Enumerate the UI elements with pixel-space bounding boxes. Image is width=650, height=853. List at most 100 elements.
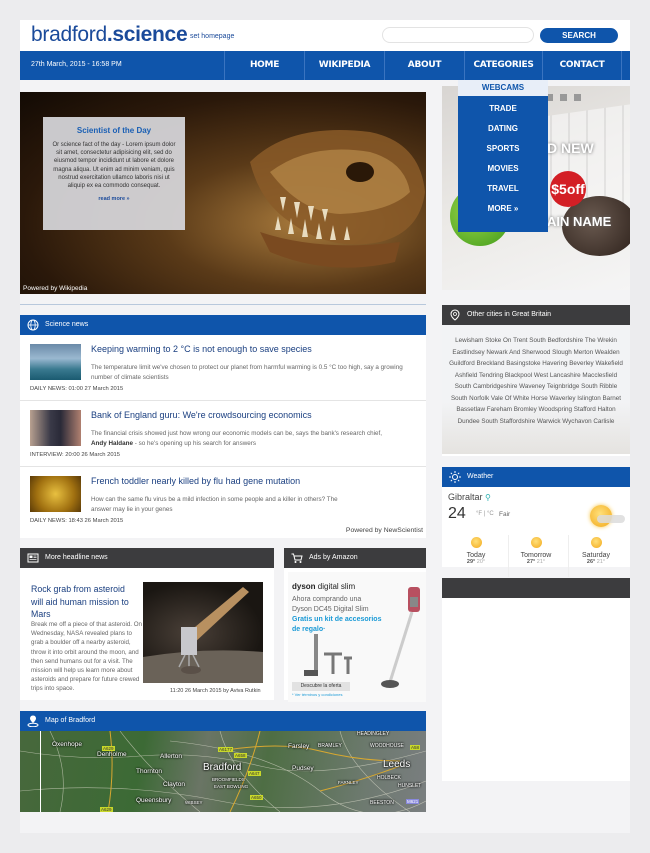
news-thumbnail[interactable] bbox=[30, 344, 81, 380]
news-description: The financial crisis showed just how wro… bbox=[91, 429, 421, 448]
dropdown-item-travel[interactable]: TRAVEL bbox=[458, 179, 548, 199]
map-view[interactable]: Oxenhope Denholme Allerton Thornton Clay… bbox=[20, 731, 426, 812]
day-temps: 26° 21° bbox=[566, 559, 626, 565]
more-headlines-header: More headline news bbox=[20, 548, 274, 568]
nav-wikipedia[interactable]: WIKIPEDIA bbox=[304, 51, 384, 80]
sun-icon bbox=[530, 537, 542, 548]
discover-offer-button[interactable]: Descubre la oferta bbox=[292, 682, 350, 691]
forecast-day: Tomorrow 27° 21° bbox=[506, 537, 566, 565]
weather-body: Gibraltar ⚲ 24 °F | °C Fair Today 29° 20… bbox=[442, 487, 630, 579]
science-news-panel: Science news Keeping warming to 2 °C is … bbox=[20, 315, 426, 538]
search-button[interactable]: SEARCH bbox=[540, 28, 618, 43]
road-marker: A6177 bbox=[218, 747, 234, 752]
dropdown-item-sports[interactable]: SPORTS bbox=[458, 139, 548, 159]
cities-panel: Other cities in Great Britain Lewisham S… bbox=[442, 305, 630, 456]
map-label: Farsley bbox=[288, 743, 310, 750]
map-label: HEADINGLEY bbox=[357, 731, 390, 737]
discount-badge: $5off bbox=[550, 171, 586, 207]
map-label: HOLBECK bbox=[377, 775, 401, 781]
brand-name: dyson bbox=[292, 582, 316, 591]
day-name: Tomorrow bbox=[520, 552, 552, 559]
dropdown-item-movies[interactable]: MOVIES bbox=[458, 159, 548, 179]
news-thumbnail[interactable] bbox=[30, 410, 81, 446]
dropdown-item-dating[interactable]: DATING bbox=[458, 119, 548, 139]
current-temperature: 24 bbox=[448, 505, 466, 522]
temp-low: 21° bbox=[536, 559, 546, 565]
headline-body: Break me off a piece of that asteroid. O… bbox=[31, 621, 142, 693]
panel-title: Other cities in Great Britain bbox=[467, 311, 552, 318]
social-icon[interactable] bbox=[574, 94, 581, 101]
logo-text: bradford bbox=[31, 23, 107, 46]
panel-title: Weather bbox=[467, 473, 494, 480]
dyson-ad[interactable]: dyson digital slim Ahora comprando una D… bbox=[288, 572, 426, 702]
map-label: Denholme bbox=[97, 751, 127, 758]
cities-list[interactable]: Lewisham Stoke On Trent South Bedfordshi… bbox=[442, 325, 630, 454]
social-icon[interactable] bbox=[560, 94, 567, 101]
vacuum-image bbox=[381, 587, 420, 688]
asteroid-image[interactable] bbox=[143, 582, 263, 683]
map-label: BROOMFIELDS bbox=[212, 777, 245, 782]
newspaper-icon bbox=[27, 553, 39, 563]
set-homepage-link[interactable]: set homepage bbox=[190, 33, 234, 40]
read-more-link[interactable]: read more » bbox=[43, 196, 185, 202]
day-name: Today bbox=[466, 552, 486, 559]
news-title[interactable]: Bank of England guru: We're crowdsourcin… bbox=[91, 410, 312, 420]
search-input[interactable] bbox=[382, 27, 534, 43]
map-header: Map of Bradford bbox=[20, 711, 426, 731]
page: bradford.science set homepage SEARCH 27t… bbox=[20, 20, 630, 833]
forecast-day: Saturday 26° 21° bbox=[566, 537, 626, 565]
navbar: 27th March, 2015 - 16:58 PM HOME WIKIPED… bbox=[20, 51, 630, 80]
map-label: HUNSLET bbox=[398, 783, 422, 789]
news-meta: DAILY NEWS: 18:43 26 March 2015 bbox=[30, 518, 124, 524]
scientist-title: Scientist of the Day bbox=[76, 126, 152, 135]
weather-city[interactable]: Gibraltar ⚲ bbox=[448, 492, 491, 502]
product-name: digital slim bbox=[317, 582, 356, 591]
accessories-image bbox=[304, 634, 352, 676]
dyson-brand: dyson digital slim bbox=[292, 582, 355, 591]
news-thumbnail[interactable] bbox=[30, 476, 81, 512]
day-name: Saturday bbox=[581, 552, 611, 559]
news-item: Bank of England guru: We're crowdsourcin… bbox=[20, 401, 426, 467]
nav-about[interactable]: ABOUT bbox=[384, 51, 464, 80]
nav-categories[interactable]: CATEGORIES bbox=[464, 51, 542, 80]
headline-title[interactable]: Rock grab from asteroid will aid human m… bbox=[31, 583, 136, 621]
dropdown-item-webcams[interactable]: WEBCAMS bbox=[458, 80, 548, 96]
map-label: BRAMLEY bbox=[318, 743, 342, 749]
temp-high: 29° bbox=[466, 559, 476, 565]
desc-bold: Andy Haldane bbox=[91, 439, 133, 447]
news-meta: INTERVIEW: 20:00 26 March 2015 bbox=[30, 452, 121, 458]
news-meta: DAILY NEWS: 01:00 27 March 2015 bbox=[30, 386, 124, 392]
location-pin-icon bbox=[450, 309, 460, 321]
map-label: Leeds bbox=[383, 759, 411, 770]
site-logo[interactable]: bradford.science bbox=[31, 23, 188, 47]
map-label: WIBSEY bbox=[185, 800, 203, 805]
categories-dropdown: WEBCAMS TRADE DATING SPORTS MOVIES TRAVE… bbox=[458, 80, 548, 232]
weather-header: Weather bbox=[442, 467, 630, 487]
temp-high: 27° bbox=[526, 559, 536, 565]
city-name: Gibraltar bbox=[448, 492, 483, 502]
divider bbox=[20, 304, 426, 305]
amazon-ads-panel: Ads by Amazon dyson digital slim Ahora c… bbox=[284, 548, 426, 702]
map-label: FARNLEY bbox=[338, 780, 359, 785]
dropdown-item-more[interactable]: MORE » bbox=[458, 199, 548, 219]
panel-title: Science news bbox=[45, 321, 89, 328]
road-marker: A629 bbox=[102, 746, 115, 751]
day-temps: 27° 21° bbox=[506, 559, 566, 565]
empty-panel bbox=[442, 598, 630, 781]
map-label: BEESTON bbox=[370, 800, 394, 806]
news-title[interactable]: French toddler nearly killed by flu had … bbox=[91, 476, 300, 486]
nav-home[interactable]: HOME bbox=[224, 51, 304, 80]
terms-link[interactable]: * Ver términos y condiciones bbox=[292, 692, 342, 697]
ad-offer: Gratis un kit de accesorios de regalo· bbox=[292, 616, 382, 633]
dropdown-item-trade[interactable]: TRADE bbox=[458, 99, 548, 119]
weather-condition: Fair bbox=[499, 511, 511, 518]
nav-contact[interactable]: CONTACT bbox=[542, 51, 622, 80]
temp-low: 20° bbox=[476, 559, 486, 565]
headline-meta: 11:20 26 March 2015 by Aviva Rutkin bbox=[170, 688, 261, 694]
sun-icon bbox=[470, 537, 482, 548]
unit-toggle[interactable]: °F | °C bbox=[476, 511, 494, 517]
news-title[interactable]: Keeping warming to 2 °C is not enough to… bbox=[91, 344, 312, 354]
sun-icon bbox=[590, 537, 602, 548]
road-marker: A658 bbox=[234, 753, 247, 758]
location-pin-icon: ⚲ bbox=[485, 493, 491, 502]
